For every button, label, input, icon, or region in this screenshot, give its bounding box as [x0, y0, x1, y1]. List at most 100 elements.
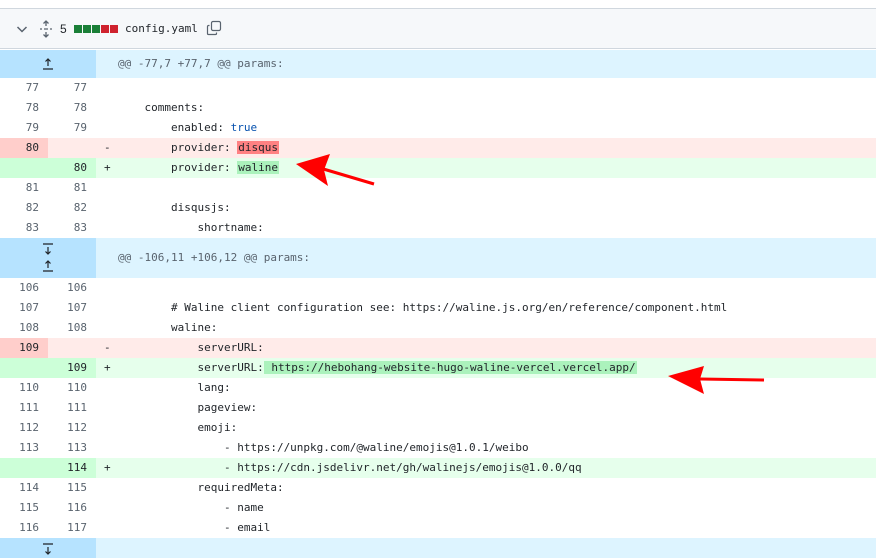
annotation-arrow-icon	[296, 154, 375, 186]
code-text: pageview:	[118, 398, 257, 418]
diff-table: @@ -77,7 +77,7 @@ params: 77 77 78 78 comme…	[0, 50, 876, 558]
code-text: # Waline client configuration see: https…	[118, 298, 727, 318]
old-line-number[interactable]: 109	[0, 338, 48, 358]
old-line-number[interactable]: 114	[0, 478, 48, 498]
code-text: provider: waline	[118, 158, 279, 178]
old-line-number[interactable]: 81	[0, 178, 48, 198]
diff-marker: +	[104, 161, 111, 174]
new-line-number[interactable]: 117	[48, 518, 96, 538]
new-line-number[interactable]: 80	[48, 158, 96, 178]
context-line: 106 106	[0, 278, 876, 298]
new-line-number[interactable]	[48, 138, 96, 158]
code-segment: comments:	[118, 101, 205, 114]
old-line-number[interactable]: 115	[0, 498, 48, 518]
added-line: 80 + provider: waline	[0, 158, 876, 178]
old-line-number[interactable]: 82	[0, 198, 48, 218]
file-name[interactable]: config.yaml	[125, 22, 198, 35]
old-line-number[interactable]: 112	[0, 418, 48, 438]
code-text: serverURL:	[118, 338, 263, 358]
old-line-number[interactable]: 111	[0, 398, 48, 418]
diffstat	[74, 25, 118, 33]
old-line-number[interactable]: 106	[0, 278, 48, 298]
new-line-number[interactable]: 107	[48, 298, 96, 318]
code-segment: waline:	[118, 321, 218, 334]
hunk-header: @@ -77,7 +77,7 @@ params:	[0, 50, 876, 78]
unfold-icon[interactable]	[38, 20, 54, 38]
code-text: disqusjs:	[118, 198, 231, 218]
code-text: - https://cdn.jsdelivr.net/gh/walinejs/e…	[118, 458, 582, 478]
old-line-number[interactable]: 107	[0, 298, 48, 318]
new-line-number[interactable]: 82	[48, 198, 96, 218]
new-line-number[interactable]: 114	[48, 458, 96, 478]
context-line: 83 83 shortname:	[0, 218, 876, 238]
diff-marker: -	[104, 341, 111, 354]
hunk-header-text: @@ -77,7 +77,7 @@ params:	[118, 57, 284, 70]
deleted-line: 109 - serverURL:	[0, 338, 876, 358]
new-line-number[interactable]: 112	[48, 418, 96, 438]
new-line-number[interactable]	[48, 338, 96, 358]
diffstat-square	[74, 25, 82, 33]
diffstat-square	[110, 25, 118, 33]
old-line-number[interactable]: 113	[0, 438, 48, 458]
old-line-number[interactable]	[0, 458, 48, 478]
diff-marker: +	[104, 361, 111, 374]
new-line-number[interactable]: 106	[48, 278, 96, 298]
new-line-number[interactable]: 110	[48, 378, 96, 398]
old-line-number[interactable]: 116	[0, 518, 48, 538]
diffstat-square	[92, 25, 100, 33]
context-line: 113 113 - https://unpkg.com/@waline/emoji…	[0, 438, 876, 458]
diff-marker: -	[104, 141, 111, 154]
chevron-down-icon[interactable]	[14, 21, 30, 37]
context-line: 77 77	[0, 78, 876, 98]
diffstat-square	[83, 25, 91, 33]
new-line-number[interactable]: 113	[48, 438, 96, 458]
code-segment: - name	[118, 501, 264, 514]
new-line-number[interactable]: 109	[48, 358, 96, 378]
new-line-number[interactable]: 78	[48, 98, 96, 118]
context-line: 79 79 enabled: true	[0, 118, 876, 138]
code-highlight: waline	[237, 161, 279, 174]
code-text: requiredMeta:	[118, 478, 283, 498]
old-line-number[interactable]: 110	[0, 378, 48, 398]
new-line-number[interactable]: 115	[48, 478, 96, 498]
deleted-line: 80 - provider: disqus	[0, 138, 876, 158]
code-text: enabled: true	[118, 118, 257, 138]
old-line-number[interactable]: 80	[0, 138, 48, 158]
old-line-number[interactable]	[0, 158, 48, 178]
old-line-number[interactable]: 79	[0, 118, 48, 138]
added-line: 114 + - https://cdn.jsdelivr.net/gh/walin…	[0, 458, 876, 478]
new-line-number[interactable]: 111	[48, 398, 96, 418]
expand-down-icon[interactable]	[40, 542, 56, 556]
old-line-number[interactable]: 83	[0, 218, 48, 238]
file-header: 5 config.yaml	[0, 8, 876, 49]
code-text: comments:	[118, 98, 204, 118]
code-segment: - https://cdn.jsdelivr.net/gh/walinejs/e…	[118, 461, 582, 474]
code-segment: pageview:	[118, 401, 258, 414]
code-text: lang:	[118, 378, 230, 398]
new-line-number[interactable]: 83	[48, 218, 96, 238]
copy-icon[interactable]	[206, 20, 222, 36]
code-segment: - email	[118, 521, 271, 534]
new-line-number[interactable]: 81	[48, 178, 96, 198]
expand-up-icon[interactable]	[40, 57, 56, 71]
code-segment: disqusjs:	[118, 201, 231, 214]
old-line-number[interactable]	[0, 358, 48, 378]
context-line: 112 112 emoji:	[0, 418, 876, 438]
context-line: 107 107 # Waline client configuration see…	[0, 298, 876, 318]
new-line-number[interactable]: 77	[48, 78, 96, 98]
context-line: 116 117 - email	[0, 518, 876, 538]
new-line-number[interactable]: 79	[48, 118, 96, 138]
hunk-header: @@ -106,11 +106,12 @@ params:	[0, 238, 876, 278]
code-segment: - https://unpkg.com/@waline/emojis@1.0.1…	[118, 441, 529, 454]
code-segment: shortname:	[118, 221, 264, 234]
new-line-number[interactable]: 116	[48, 498, 96, 518]
expand-down-icon[interactable]	[40, 242, 56, 256]
old-line-number[interactable]: 78	[0, 98, 48, 118]
old-line-number[interactable]: 77	[0, 78, 48, 98]
new-line-number[interactable]: 108	[48, 318, 96, 338]
old-line-number[interactable]: 108	[0, 318, 48, 338]
expand-up-icon[interactable]	[40, 259, 56, 273]
diffstat-square	[101, 25, 109, 33]
code-segment: emoji:	[118, 421, 238, 434]
context-line: 111 111 pageview:	[0, 398, 876, 418]
